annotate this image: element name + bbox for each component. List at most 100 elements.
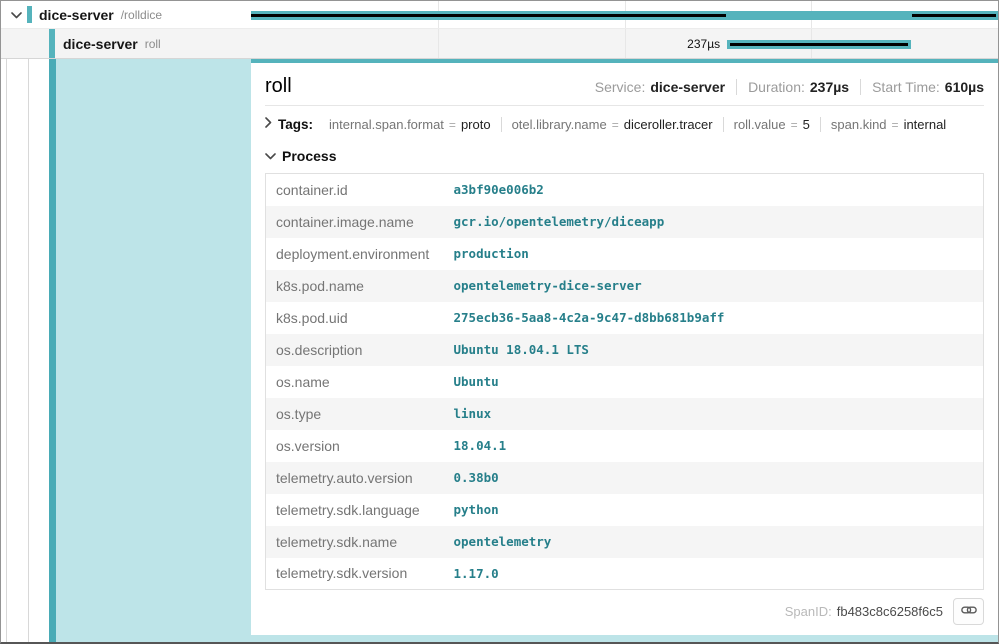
process-row: os.descriptionUbuntu 18.04.1 LTS (266, 334, 984, 366)
process-value: python (444, 494, 984, 526)
chevron-right-icon (265, 115, 272, 133)
tag-items: internal.span.format=protootel.library.n… (319, 117, 956, 132)
process-key: telemetry.sdk.name (266, 526, 444, 558)
chevron-down-icon (11, 6, 22, 24)
process-table: container.ida3bf90e006b2container.image.… (265, 173, 984, 590)
tags-label: Tags: (278, 117, 313, 132)
operation-name: /rolldice (121, 8, 162, 22)
meta-value: 610µs (945, 79, 984, 95)
meta-label: Start Time: (872, 79, 940, 95)
timeline-track-rolldice (251, 1, 998, 28)
indent-guide (6, 59, 7, 642)
equals-sign: = (892, 118, 899, 132)
span-meta: Service:dice-server Duration: 237µs Start T… (595, 79, 984, 95)
span-name-cell-rolldice[interactable]: dice-server /rolldice (1, 1, 251, 28)
tag-item: internal.span.format=proto (319, 117, 501, 132)
process-value: 275ecb36-5aa8-4c2a-9c47-d8bb681b9aff (444, 302, 984, 334)
meta-segment: Start Time: 610µs (860, 79, 984, 95)
process-table-body: container.ida3bf90e006b2container.image.… (266, 174, 984, 590)
process-row: deployment.environmentproduction (266, 238, 984, 270)
process-key: os.name (266, 366, 444, 398)
tags-toggle[interactable]: Tags: (265, 115, 319, 133)
process-value: 1.17.0 (444, 558, 984, 590)
span-row-rolldice: dice-server /rolldice (1, 1, 998, 29)
service-name: dice-server (39, 7, 114, 23)
process-row: telemetry.auto.version0.38b0 (266, 462, 984, 494)
process-value: gcr.io/opentelemetry/diceapp (444, 206, 984, 238)
tag-value: internal (904, 117, 947, 132)
trace-detail-view: dice-server /rolldice dice-server roll 2… (0, 0, 999, 644)
meta-segment: Duration: 237µs (736, 79, 849, 95)
span-bar-rolldice[interactable] (251, 11, 998, 20)
process-key: os.version (266, 430, 444, 462)
deep-link-button[interactable] (953, 598, 984, 625)
span-color-bar (27, 6, 32, 23)
span-name-cell-roll[interactable]: dice-server roll (1, 29, 251, 58)
meta-value: 237µs (810, 79, 849, 95)
process-key: k8s.pod.name (266, 270, 444, 302)
meta-segment: Service:dice-server (595, 79, 725, 95)
meta-value: dice-server (650, 79, 725, 95)
process-row: os.version18.04.1 (266, 430, 984, 462)
process-row: os.typelinux (266, 398, 984, 430)
span-duration-label: 237µs (251, 29, 720, 58)
process-value: 18.04.1 (444, 430, 984, 462)
process-row: k8s.pod.uid275ecb36-5aa8-4c2a-9c47-d8bb6… (266, 302, 984, 334)
spanid-value: fb483c8c6258f6c5 (837, 604, 943, 619)
service-name: dice-server (63, 36, 138, 52)
process-key: telemetry.sdk.language (266, 494, 444, 526)
link-icon (961, 603, 977, 621)
span-detail-header: roll Service:dice-server Duration: 237µs St… (265, 63, 984, 105)
process-key: telemetry.auto.version (266, 462, 444, 494)
tag-item: roll.value=5 (723, 117, 820, 132)
span-detail-card: roll Service:dice-server Duration: 237µs St… (251, 59, 998, 635)
span-bar-roll[interactable] (727, 40, 912, 49)
span-title: roll (265, 75, 292, 98)
selected-span-accent-bar (49, 59, 56, 642)
tag-value: diceroller.tracer (624, 117, 713, 132)
process-row: container.ida3bf90e006b2 (266, 174, 984, 206)
process-key: os.description (266, 334, 444, 366)
span-detail-footer: SpanID: fb483c8c6258f6c5 (265, 590, 984, 635)
selected-span-highlight (56, 59, 251, 642)
spanid-label: SpanID: (785, 604, 832, 619)
process-value: Ubuntu (444, 366, 984, 398)
process-toggle[interactable]: Process (265, 146, 984, 167)
meta-label: Duration: (748, 79, 805, 95)
process-key: deployment.environment (266, 238, 444, 270)
process-row: container.image.namegcr.io/opentelemetry… (266, 206, 984, 238)
self-time-segment (912, 14, 996, 17)
span-row-roll-selected: dice-server roll 237µs (1, 29, 998, 59)
tag-key: roll.value (734, 117, 786, 132)
timeline-track-roll: 237µs (251, 29, 998, 58)
tag-key: internal.span.format (329, 117, 444, 132)
meta-label: Service: (595, 79, 646, 95)
process-key: k8s.pod.uid (266, 302, 444, 334)
self-time-segment (251, 14, 726, 17)
span-detail-column: roll Service:dice-server Duration: 237µs St… (251, 59, 998, 642)
header-divider (265, 105, 984, 106)
process-value: opentelemetry (444, 526, 984, 558)
process-row: telemetry.sdk.version1.17.0 (266, 558, 984, 590)
process-row: telemetry.sdk.languagepython (266, 494, 984, 526)
equals-sign: = (612, 118, 619, 132)
process-value: opentelemetry-dice-server (444, 270, 984, 302)
tag-value: proto (461, 117, 491, 132)
span-tree-rail (1, 59, 251, 642)
self-time-segment (730, 43, 909, 46)
detail-body: roll Service:dice-server Duration: 237µs St… (1, 59, 998, 642)
process-key: telemetry.sdk.version (266, 558, 444, 590)
process-value: Ubuntu 18.04.1 LTS (444, 334, 984, 366)
collapse-children-button[interactable] (9, 8, 23, 22)
tag-value: 5 (803, 117, 810, 132)
process-value: linux (444, 398, 984, 430)
process-row: k8s.pod.nameopentelemetry-dice-server (266, 270, 984, 302)
process-value: 0.38b0 (444, 462, 984, 494)
tags-row: Tags: internal.span.format=protootel.lib… (265, 113, 984, 136)
tag-item: span.kind=internal (820, 117, 956, 132)
span-color-bar (49, 29, 55, 58)
tag-item: otel.library.name=diceroller.tracer (501, 117, 723, 132)
operation-name: roll (145, 37, 161, 51)
process-key: container.id (266, 174, 444, 206)
process-key: container.image.name (266, 206, 444, 238)
